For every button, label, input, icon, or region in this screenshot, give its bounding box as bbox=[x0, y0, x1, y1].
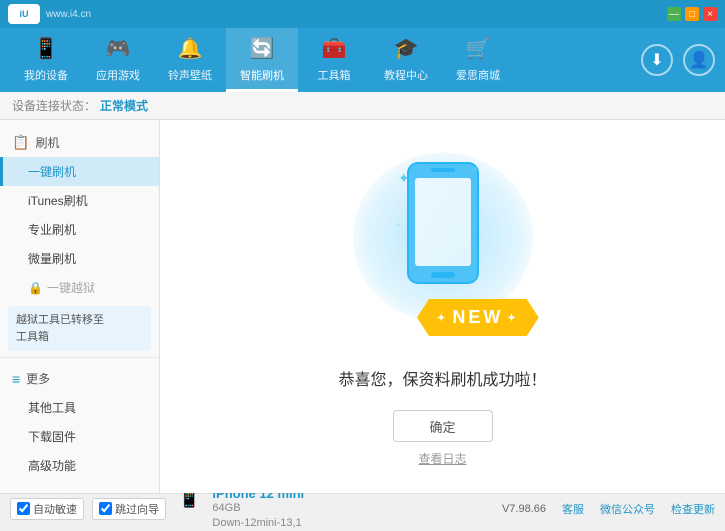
bottombar: 自动敏速 跳过向导 📱 iPhone 12 mini 64GB Down-12m… bbox=[0, 493, 725, 523]
tutorial-icon: 🎓 bbox=[392, 35, 420, 63]
skip-wizard-checkbox[interactable]: 跳过向导 bbox=[92, 498, 166, 520]
confirm-button[interactable]: 确定 bbox=[393, 410, 493, 442]
micro-flash-label: 微量刷机 bbox=[28, 252, 76, 266]
skip-wizard-input[interactable] bbox=[99, 502, 112, 515]
device-storage: 64GB bbox=[212, 501, 304, 516]
svg-text:✦: ✦ bbox=[471, 165, 479, 176]
sidebar-item-one-key-flash[interactable]: 一键刷机 bbox=[0, 157, 159, 186]
nav-label-smart-flash: 智能刷机 bbox=[240, 67, 284, 83]
nav-item-apps[interactable]: 🎮 应用游戏 bbox=[82, 28, 154, 92]
flash-section-icon: 📋 bbox=[12, 134, 29, 151]
more-section-icon: ≡ bbox=[12, 371, 20, 387]
device-model: Down-12mini-13,1 bbox=[212, 516, 304, 531]
nav-label-ringtones: 铃声壁纸 bbox=[168, 67, 212, 83]
nav-item-store[interactable]: 🛒 爱思商城 bbox=[442, 28, 514, 92]
flash-section-label: 刷机 bbox=[35, 134, 59, 151]
status-value: 正常模式 bbox=[100, 97, 148, 114]
device-statusbar: 设备连接状态： 正常模式 bbox=[0, 92, 725, 120]
close-button[interactable]: × bbox=[703, 7, 717, 21]
ringtones-icon: 🔔 bbox=[176, 35, 204, 63]
auto-speed-checkbox[interactable]: 自动敏速 bbox=[10, 498, 84, 520]
toolbox-icon: 🧰 bbox=[320, 35, 348, 63]
bottombar-right: V7.98.66 客服 微信公众号 检查更新 bbox=[502, 501, 715, 517]
nav-label-apps: 应用游戏 bbox=[96, 67, 140, 83]
one-key-flash-label: 一键刷机 bbox=[28, 165, 76, 179]
window-controls: — □ × bbox=[667, 7, 717, 21]
nav-label-my-device: 我的设备 bbox=[24, 67, 68, 83]
sidebar-item-itunes-flash[interactable]: iTunes刷机 bbox=[0, 186, 159, 215]
pro-flash-label: 专业刷机 bbox=[28, 223, 76, 237]
wechat-link[interactable]: 微信公众号 bbox=[600, 501, 655, 517]
top-navigation: 📱 我的设备 🎮 应用游戏 🔔 铃声壁纸 🔄 智能刷机 🧰 工具箱 🎓 教程中心… bbox=[0, 28, 725, 92]
sidebar-item-advanced[interactable]: 高级功能 bbox=[0, 451, 159, 480]
topnav-right: ⬇ 👤 bbox=[641, 44, 715, 76]
logo-text: iU bbox=[20, 9, 29, 19]
more-section-label: 更多 bbox=[26, 370, 50, 387]
smart-flash-icon: 🔄 bbox=[248, 35, 276, 63]
lock-icon: 🔒 bbox=[28, 281, 43, 295]
itunes-flash-label: iTunes刷机 bbox=[28, 194, 88, 208]
nav-item-smart-flash[interactable]: 🔄 智能刷机 bbox=[226, 28, 298, 92]
sidebar-item-download-firmware[interactable]: 下载固件 bbox=[0, 422, 159, 451]
store-icon: 🛒 bbox=[464, 35, 492, 63]
success-message: 恭喜您，保资料刷机成功啦！ bbox=[338, 366, 546, 390]
nav-item-ringtones[interactable]: 🔔 铃声壁纸 bbox=[154, 28, 226, 92]
titlebar: iU www.i4.cn — □ × bbox=[0, 0, 725, 28]
service-link[interactable]: 客服 bbox=[562, 501, 584, 517]
jailbreak-label: 一键越狱 bbox=[47, 279, 95, 296]
download-button[interactable]: ⬇ bbox=[641, 44, 673, 76]
phone-svg: ✦ ✦ ✦ bbox=[393, 158, 493, 318]
sidebar-item-other-tools[interactable]: 其他工具 bbox=[0, 393, 159, 422]
other-tools-label: 其他工具 bbox=[28, 401, 76, 415]
main-content: ✦ ✦ ✦ NEW 恭喜您，保资料刷机成功啦！ 确定 查看日志 bbox=[160, 120, 725, 493]
site-url: www.i4.cn bbox=[46, 9, 91, 20]
nav-item-tutorial[interactable]: 🎓 教程中心 bbox=[370, 28, 442, 92]
app-logo: iU bbox=[8, 4, 40, 24]
auto-speed-label: 自动敏速 bbox=[33, 501, 77, 517]
nav-item-toolbox[interactable]: 🧰 工具箱 bbox=[298, 28, 370, 92]
view-log-link[interactable]: 查看日志 bbox=[418, 450, 466, 467]
sidebar-item-pro-flash[interactable]: 专业刷机 bbox=[0, 215, 159, 244]
sidebar-section-more[interactable]: ≡ 更多 bbox=[0, 364, 159, 393]
new-badge: NEW bbox=[417, 299, 539, 336]
nav-label-toolbox: 工具箱 bbox=[318, 67, 351, 83]
sidebar-divider bbox=[0, 357, 159, 358]
success-illustration: ✦ ✦ ✦ NEW bbox=[333, 146, 553, 346]
skip-wizard-label: 跳过向导 bbox=[115, 501, 159, 517]
nav-item-my-device[interactable]: 📱 我的设备 bbox=[10, 28, 82, 92]
version-label: V7.98.66 bbox=[502, 503, 546, 515]
main-layout: 📋 刷机 一键刷机 iTunes刷机 专业刷机 微量刷机 🔒 一键越狱 越狱工具… bbox=[0, 120, 725, 493]
download-firmware-label: 下载固件 bbox=[28, 430, 76, 444]
auto-speed-input[interactable] bbox=[17, 502, 30, 515]
sidebar-item-jailbreak: 🔒 一键越狱 bbox=[0, 273, 159, 302]
sidebar-item-micro-flash[interactable]: 微量刷机 bbox=[0, 244, 159, 273]
minimize-button[interactable]: — bbox=[667, 7, 681, 21]
status-label: 设备连接状态： bbox=[12, 97, 96, 114]
info-box-text: 越狱工具已转移至工具箱 bbox=[16, 314, 104, 343]
sidebar-section-flash[interactable]: 📋 刷机 bbox=[0, 128, 159, 157]
svg-text:✦: ✦ bbox=[395, 221, 402, 230]
check-update-link[interactable]: 检查更新 bbox=[671, 501, 715, 517]
apps-icon: 🎮 bbox=[104, 35, 132, 63]
nav-label-tutorial: 教程中心 bbox=[384, 67, 428, 83]
svg-text:✦: ✦ bbox=[398, 170, 410, 186]
my-device-icon: 📱 bbox=[32, 35, 60, 63]
maximize-button[interactable]: □ bbox=[685, 7, 699, 21]
sidebar-info-box: 越狱工具已转移至工具箱 bbox=[8, 306, 151, 351]
nav-label-store: 爱思商城 bbox=[456, 67, 500, 83]
advanced-label: 高级功能 bbox=[28, 459, 76, 473]
account-button[interactable]: 👤 bbox=[683, 44, 715, 76]
titlebar-left: iU www.i4.cn bbox=[8, 4, 91, 24]
sidebar: 📋 刷机 一键刷机 iTunes刷机 专业刷机 微量刷机 🔒 一键越狱 越狱工具… bbox=[0, 120, 160, 493]
